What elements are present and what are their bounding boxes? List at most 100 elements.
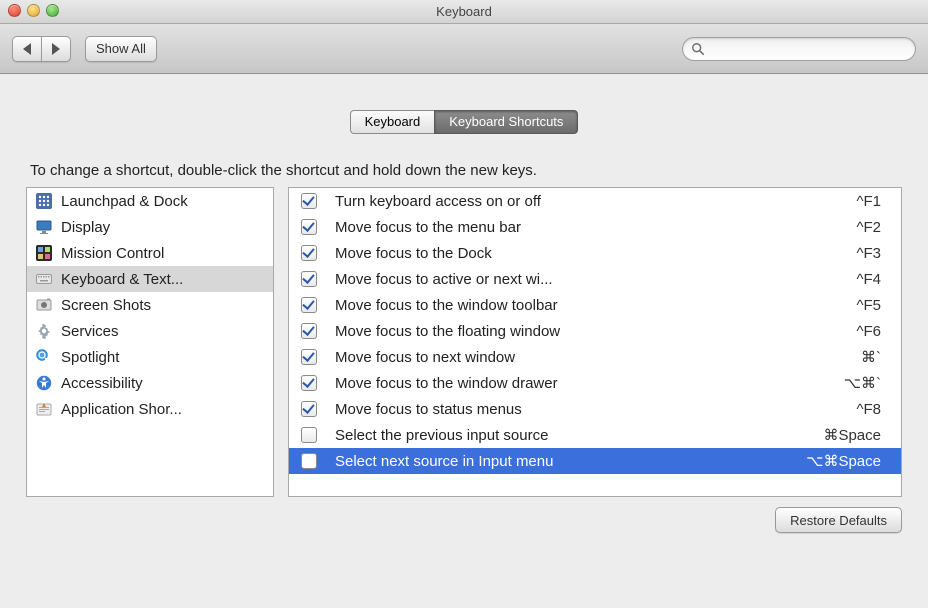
shortcut-key[interactable]: ⌥⌘` [844, 374, 881, 392]
access-icon [35, 374, 53, 392]
category-list[interactable]: Launchpad & Dock Display Mission Control Ke… [26, 187, 274, 497]
category-item[interactable]: Display [27, 214, 273, 240]
shortcut-label: Select next source in Input menu [335, 453, 796, 470]
category-label: Accessibility [61, 375, 143, 392]
category-label: Screen Shots [61, 297, 151, 314]
tab-keyboard-label: Keyboard [365, 114, 421, 129]
category-label: Launchpad & Dock [61, 193, 188, 210]
shortcut-row[interactable]: Move focus to the Dock ^F3 [289, 240, 901, 266]
shortcut-key[interactable]: ⌘Space [823, 426, 881, 444]
shortcut-row[interactable]: Select next source in Input menu ⌥⌘Space [289, 448, 901, 474]
shortcut-checkbox[interactable] [301, 401, 317, 417]
search-wrap [682, 37, 916, 61]
mission-icon [35, 244, 53, 262]
shortcut-label: Move focus to next window [335, 349, 851, 366]
toolbar: Show All [0, 24, 928, 74]
display-icon [35, 218, 53, 236]
title-bar: Keyboard [0, 0, 928, 24]
category-item[interactable]: Screen Shots [27, 292, 273, 318]
panel: Launchpad & Dock Display Mission Control Ke… [26, 187, 902, 497]
category-item[interactable]: Launchpad & Dock [27, 188, 273, 214]
shortcut-key[interactable]: ^F2 [856, 219, 881, 236]
shortcut-row[interactable]: Move focus to active or next wi... ^F4 [289, 266, 901, 292]
category-item[interactable]: Keyboard & Text... [27, 266, 273, 292]
show-all-button[interactable]: Show All [85, 36, 157, 62]
shortcut-key[interactable]: ⌘` [861, 348, 881, 366]
tab-bar: Keyboard Keyboard Shortcuts [26, 110, 902, 134]
shortcut-row[interactable]: Move focus to the menu bar ^F2 [289, 214, 901, 240]
launchpad-icon [35, 192, 53, 210]
shortcut-checkbox[interactable] [301, 349, 317, 365]
nav-buttons [12, 36, 71, 62]
shortcut-label: Select the previous input source [335, 427, 813, 444]
shortcut-row[interactable]: Move focus to the floating window ^F6 [289, 318, 901, 344]
shortcut-key[interactable]: ⌥⌘Space [806, 452, 881, 470]
tab-keyboard[interactable]: Keyboard [350, 110, 436, 134]
shortcut-row[interactable]: Move focus to the window toolbar ^F5 [289, 292, 901, 318]
keyboard-icon [35, 270, 53, 288]
shortcut-label: Move focus to status menus [335, 401, 846, 418]
category-item[interactable]: Spotlight [27, 344, 273, 370]
window-title: Keyboard [436, 4, 492, 19]
minimize-window-button[interactable] [27, 4, 40, 17]
appshort-icon [35, 400, 53, 418]
traffic-lights [8, 4, 59, 17]
shortcut-row[interactable]: Move focus to the window drawer ⌥⌘` [289, 370, 901, 396]
category-label: Keyboard & Text... [61, 271, 183, 288]
shortcut-checkbox[interactable] [301, 323, 317, 339]
category-label: Mission Control [61, 245, 164, 262]
shortcut-key[interactable]: ^F6 [856, 323, 881, 340]
shortcut-checkbox[interactable] [301, 271, 317, 287]
category-label: Spotlight [61, 349, 119, 366]
shortcut-row[interactable]: Select the previous input source ⌘Space [289, 422, 901, 448]
shortcut-rows[interactable]: Turn keyboard access on or off ^F1 Move fo… [289, 188, 901, 496]
hint-text: To change a shortcut, double-click the s… [30, 162, 902, 179]
shortcut-label: Move focus to the window toolbar [335, 297, 846, 314]
forward-icon [52, 43, 60, 55]
tab-shortcuts-label: Keyboard Shortcuts [449, 114, 563, 129]
shortcut-key[interactable]: ^F1 [856, 193, 881, 210]
tab-keyboard-shortcuts[interactable]: Keyboard Shortcuts [434, 110, 578, 134]
shortcut-checkbox[interactable] [301, 427, 317, 443]
category-item[interactable]: Services [27, 318, 273, 344]
close-window-button[interactable] [8, 4, 21, 17]
shortcut-checkbox[interactable] [301, 297, 317, 313]
search-input[interactable] [682, 37, 916, 61]
show-all-label: Show All [96, 41, 146, 56]
spotlight-icon [35, 348, 53, 366]
zoom-window-button[interactable] [46, 4, 59, 17]
shortcut-key[interactable]: ^F3 [856, 245, 881, 262]
back-icon [23, 43, 31, 55]
category-item[interactable]: Mission Control [27, 240, 273, 266]
category-item[interactable]: Application Shor... [27, 396, 273, 422]
content: Keyboard Keyboard Shortcuts To change a … [0, 74, 928, 533]
shortcut-label: Move focus to active or next wi... [335, 271, 846, 288]
shortcut-key[interactable]: ^F5 [856, 297, 881, 314]
category-label: Display [61, 219, 110, 236]
shortcut-label: Turn keyboard access on or off [335, 193, 846, 210]
category-item[interactable]: Accessibility [27, 370, 273, 396]
shortcut-key[interactable]: ^F4 [856, 271, 881, 288]
shortcut-row[interactable]: Move focus to status menus ^F8 [289, 396, 901, 422]
forward-button[interactable] [41, 36, 71, 62]
back-button[interactable] [12, 36, 42, 62]
restore-defaults-label: Restore Defaults [790, 513, 887, 528]
restore-defaults-button[interactable]: Restore Defaults [775, 507, 902, 533]
shortcut-row[interactable]: Move focus to next window ⌘` [289, 344, 901, 370]
search-icon [691, 42, 705, 56]
shortcut-key[interactable]: ^F8 [856, 401, 881, 418]
shortcut-label: Move focus to the menu bar [335, 219, 846, 236]
footer: Restore Defaults [26, 497, 902, 533]
shortcut-label: Move focus to the floating window [335, 323, 846, 340]
shortcut-checkbox[interactable] [301, 193, 317, 209]
shortcut-checkbox[interactable] [301, 219, 317, 235]
shortcut-checkbox[interactable] [301, 245, 317, 261]
shortcut-checkbox[interactable] [301, 453, 317, 469]
shortcut-checkbox[interactable] [301, 375, 317, 391]
shortcut-label: Move focus to the window drawer [335, 375, 834, 392]
shortcut-label: Move focus to the Dock [335, 245, 846, 262]
shortcut-row[interactable]: Turn keyboard access on or off ^F1 [289, 188, 901, 214]
services-icon [35, 322, 53, 340]
category-label: Application Shor... [61, 401, 182, 418]
shortcut-list[interactable]: Turn keyboard access on or off ^F1 Move fo… [288, 187, 902, 497]
